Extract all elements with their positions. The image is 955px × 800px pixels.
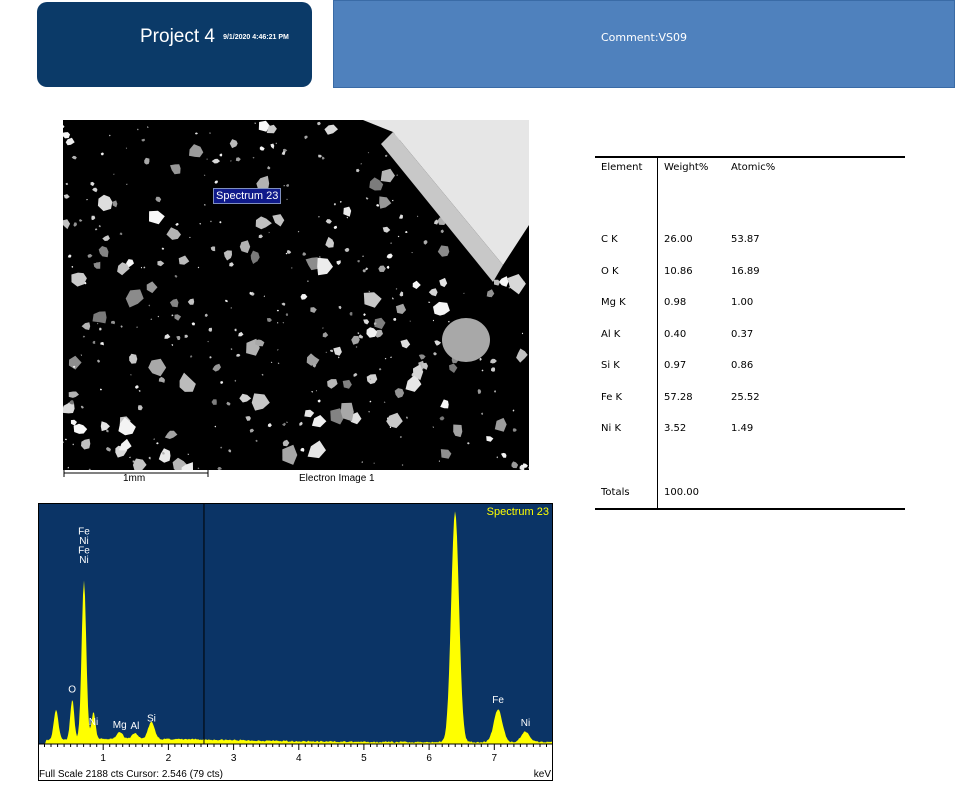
project-date: 9/1/2020 4:46:21 PM xyxy=(223,34,289,41)
plot-background xyxy=(38,503,553,744)
totals-value: 100.00 xyxy=(664,486,699,498)
table-row: C K 26.00 53.87 xyxy=(595,224,905,256)
chart-title: Spectrum 23 xyxy=(487,506,549,518)
table-row: Mg K 0.98 1.00 xyxy=(595,287,905,319)
peak-label-6: Mg xyxy=(113,720,127,731)
header-weight: Weight% xyxy=(664,162,709,173)
table-totals-row: Totals 100.00 xyxy=(595,476,905,509)
image-scale-row: 1mm Electron Image 1 xyxy=(63,470,529,490)
project-title: Project 4 xyxy=(140,26,215,47)
x-tick-label-3: 4 xyxy=(296,753,302,764)
peak-label-3: Ni xyxy=(79,555,88,566)
peak-label-7: Al xyxy=(130,721,139,732)
peak-label-10: Fe xyxy=(492,695,504,706)
scale-label: 1mm xyxy=(123,473,146,484)
electron-image-canvas xyxy=(63,120,529,470)
table-row: Si K 0.97 0.86 xyxy=(595,350,905,382)
peak-label-8: Si xyxy=(147,713,156,724)
peak-label-5: Ni xyxy=(89,717,98,728)
electron-image xyxy=(63,120,529,470)
table-row: Fe K 57.28 25.52 xyxy=(595,381,905,413)
x-tick-label-5: 6 xyxy=(426,753,432,764)
x-axis-label: keV xyxy=(534,769,552,780)
x-tick-label-0: 1 xyxy=(100,753,106,764)
peak-label-11: Ni xyxy=(521,718,530,729)
table-row: Ni K 3.52 1.49 xyxy=(595,413,905,445)
header-atomic: Atomic% xyxy=(731,162,776,173)
x-tick-label-4: 5 xyxy=(361,753,367,764)
eds-spectrum-chart: FeNiFeNiONiMgAlSiFeFeNiSpectrum 23123456… xyxy=(38,503,553,781)
x-tick-label-1: 2 xyxy=(166,753,172,764)
x-tick-label-2: 3 xyxy=(231,753,237,764)
totals-label: Totals xyxy=(595,476,658,509)
table-header-row: Element Weight% Atomic% xyxy=(595,157,905,184)
header-element: Element xyxy=(595,157,658,184)
table-row: Al K 0.40 0.37 xyxy=(595,318,905,350)
image-caption: Electron Image 1 xyxy=(299,473,375,484)
x-tick-label-6: 7 xyxy=(492,753,498,764)
composition-table: Element Weight% Atomic% C K 26.00 53.87 … xyxy=(595,156,905,510)
comment-text: Comment:VS09 xyxy=(600,31,688,44)
project-header: Project 4 9/1/2020 4:46:21 PM xyxy=(37,2,312,87)
table-row: O K 10.86 16.89 xyxy=(595,255,905,287)
comment-header: Comment:VS09 xyxy=(333,0,955,88)
spectrum-marker-label: Spectrum 23 xyxy=(213,188,282,204)
chart-footer: Full Scale 2188 cts Cursor: 2.546 (79 ct… xyxy=(39,769,223,780)
large-grain xyxy=(442,318,490,362)
peak-label-4: O xyxy=(68,684,76,695)
